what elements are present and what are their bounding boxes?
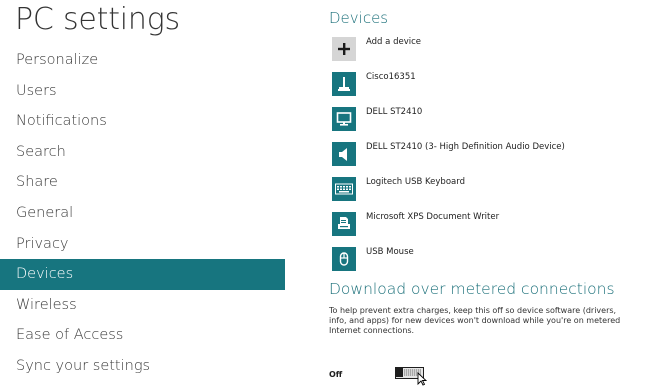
- speaker-icon: [339, 148, 347, 161]
- add-device-button[interactable]: Add a device: [329, 37, 659, 63]
- devices-panel: Devices Add a device Cisco16351 DELL ST2…: [329, 0, 659, 389]
- device-tile: [332, 107, 356, 131]
- sidebar-item-wireless[interactable]: Wireless: [0, 290, 285, 321]
- metered-description: To help prevent extra charges, keep this…: [329, 306, 621, 335]
- monitor-icon: [336, 112, 352, 126]
- sidebar-nav: Personalize Users Notifications Search S…: [0, 45, 285, 382]
- mouse-icon: [339, 252, 349, 266]
- device-item-dell-audio[interactable]: DELL ST2410 (3- High Definition Audio De…: [329, 142, 659, 168]
- device-label: USB Mouse: [366, 247, 414, 257]
- sidebar-item-notifications[interactable]: Notifications: [0, 106, 285, 137]
- sidebar-item-personalize[interactable]: Personalize: [0, 45, 285, 76]
- metered-heading: Download over metered connections: [329, 280, 615, 298]
- device-tile: [332, 142, 356, 166]
- device-tile: [332, 212, 356, 236]
- toggle-thumb: [396, 368, 403, 377]
- sidebar-item-share[interactable]: Share: [0, 167, 285, 198]
- sidebar-item-devices[interactable]: Devices: [0, 259, 285, 290]
- network-device-icon: [338, 77, 350, 91]
- sidebar: PC settings Personalize Users Notificati…: [0, 0, 285, 389]
- device-label: Add a device: [366, 37, 421, 47]
- sidebar-item-general[interactable]: General: [0, 198, 285, 229]
- device-item-keyboard[interactable]: Logitech USB Keyboard: [329, 177, 659, 203]
- device-label: DELL ST2410: [366, 107, 423, 117]
- add-device-tile: [332, 37, 356, 61]
- device-label: Microsoft XPS Document Writer: [366, 212, 500, 222]
- device-item-usb-mouse[interactable]: USB Mouse: [329, 247, 659, 273]
- sidebar-item-users[interactable]: Users: [0, 76, 285, 107]
- sidebar-item-ease-of-access[interactable]: Ease of Access: [0, 320, 285, 351]
- page-title: PC settings: [15, 2, 180, 37]
- devices-heading: Devices: [329, 9, 389, 27]
- sidebar-item-privacy[interactable]: Privacy: [0, 229, 285, 260]
- device-tile: [332, 72, 356, 96]
- mouse-pointer-icon: [417, 372, 427, 386]
- toggle-state-label: Off: [329, 370, 343, 379]
- device-label: DELL ST2410 (3- High Definition Audio De…: [366, 142, 565, 152]
- device-label: Cisco16351: [366, 72, 416, 82]
- sidebar-item-sync-settings[interactable]: Sync your settings: [0, 351, 285, 382]
- sidebar-item-search[interactable]: Search: [0, 137, 285, 168]
- device-item-cisco[interactable]: Cisco16351: [329, 72, 659, 98]
- device-tile: [332, 247, 356, 271]
- printer-icon: [338, 217, 350, 229]
- device-label: Logitech USB Keyboard: [366, 177, 465, 187]
- keyboard-icon: [335, 183, 353, 195]
- device-item-xps-writer[interactable]: Microsoft XPS Document Writer: [329, 212, 659, 238]
- device-tile: [332, 177, 356, 201]
- plus-icon: [338, 43, 350, 55]
- device-item-dell-monitor[interactable]: DELL ST2410: [329, 107, 659, 133]
